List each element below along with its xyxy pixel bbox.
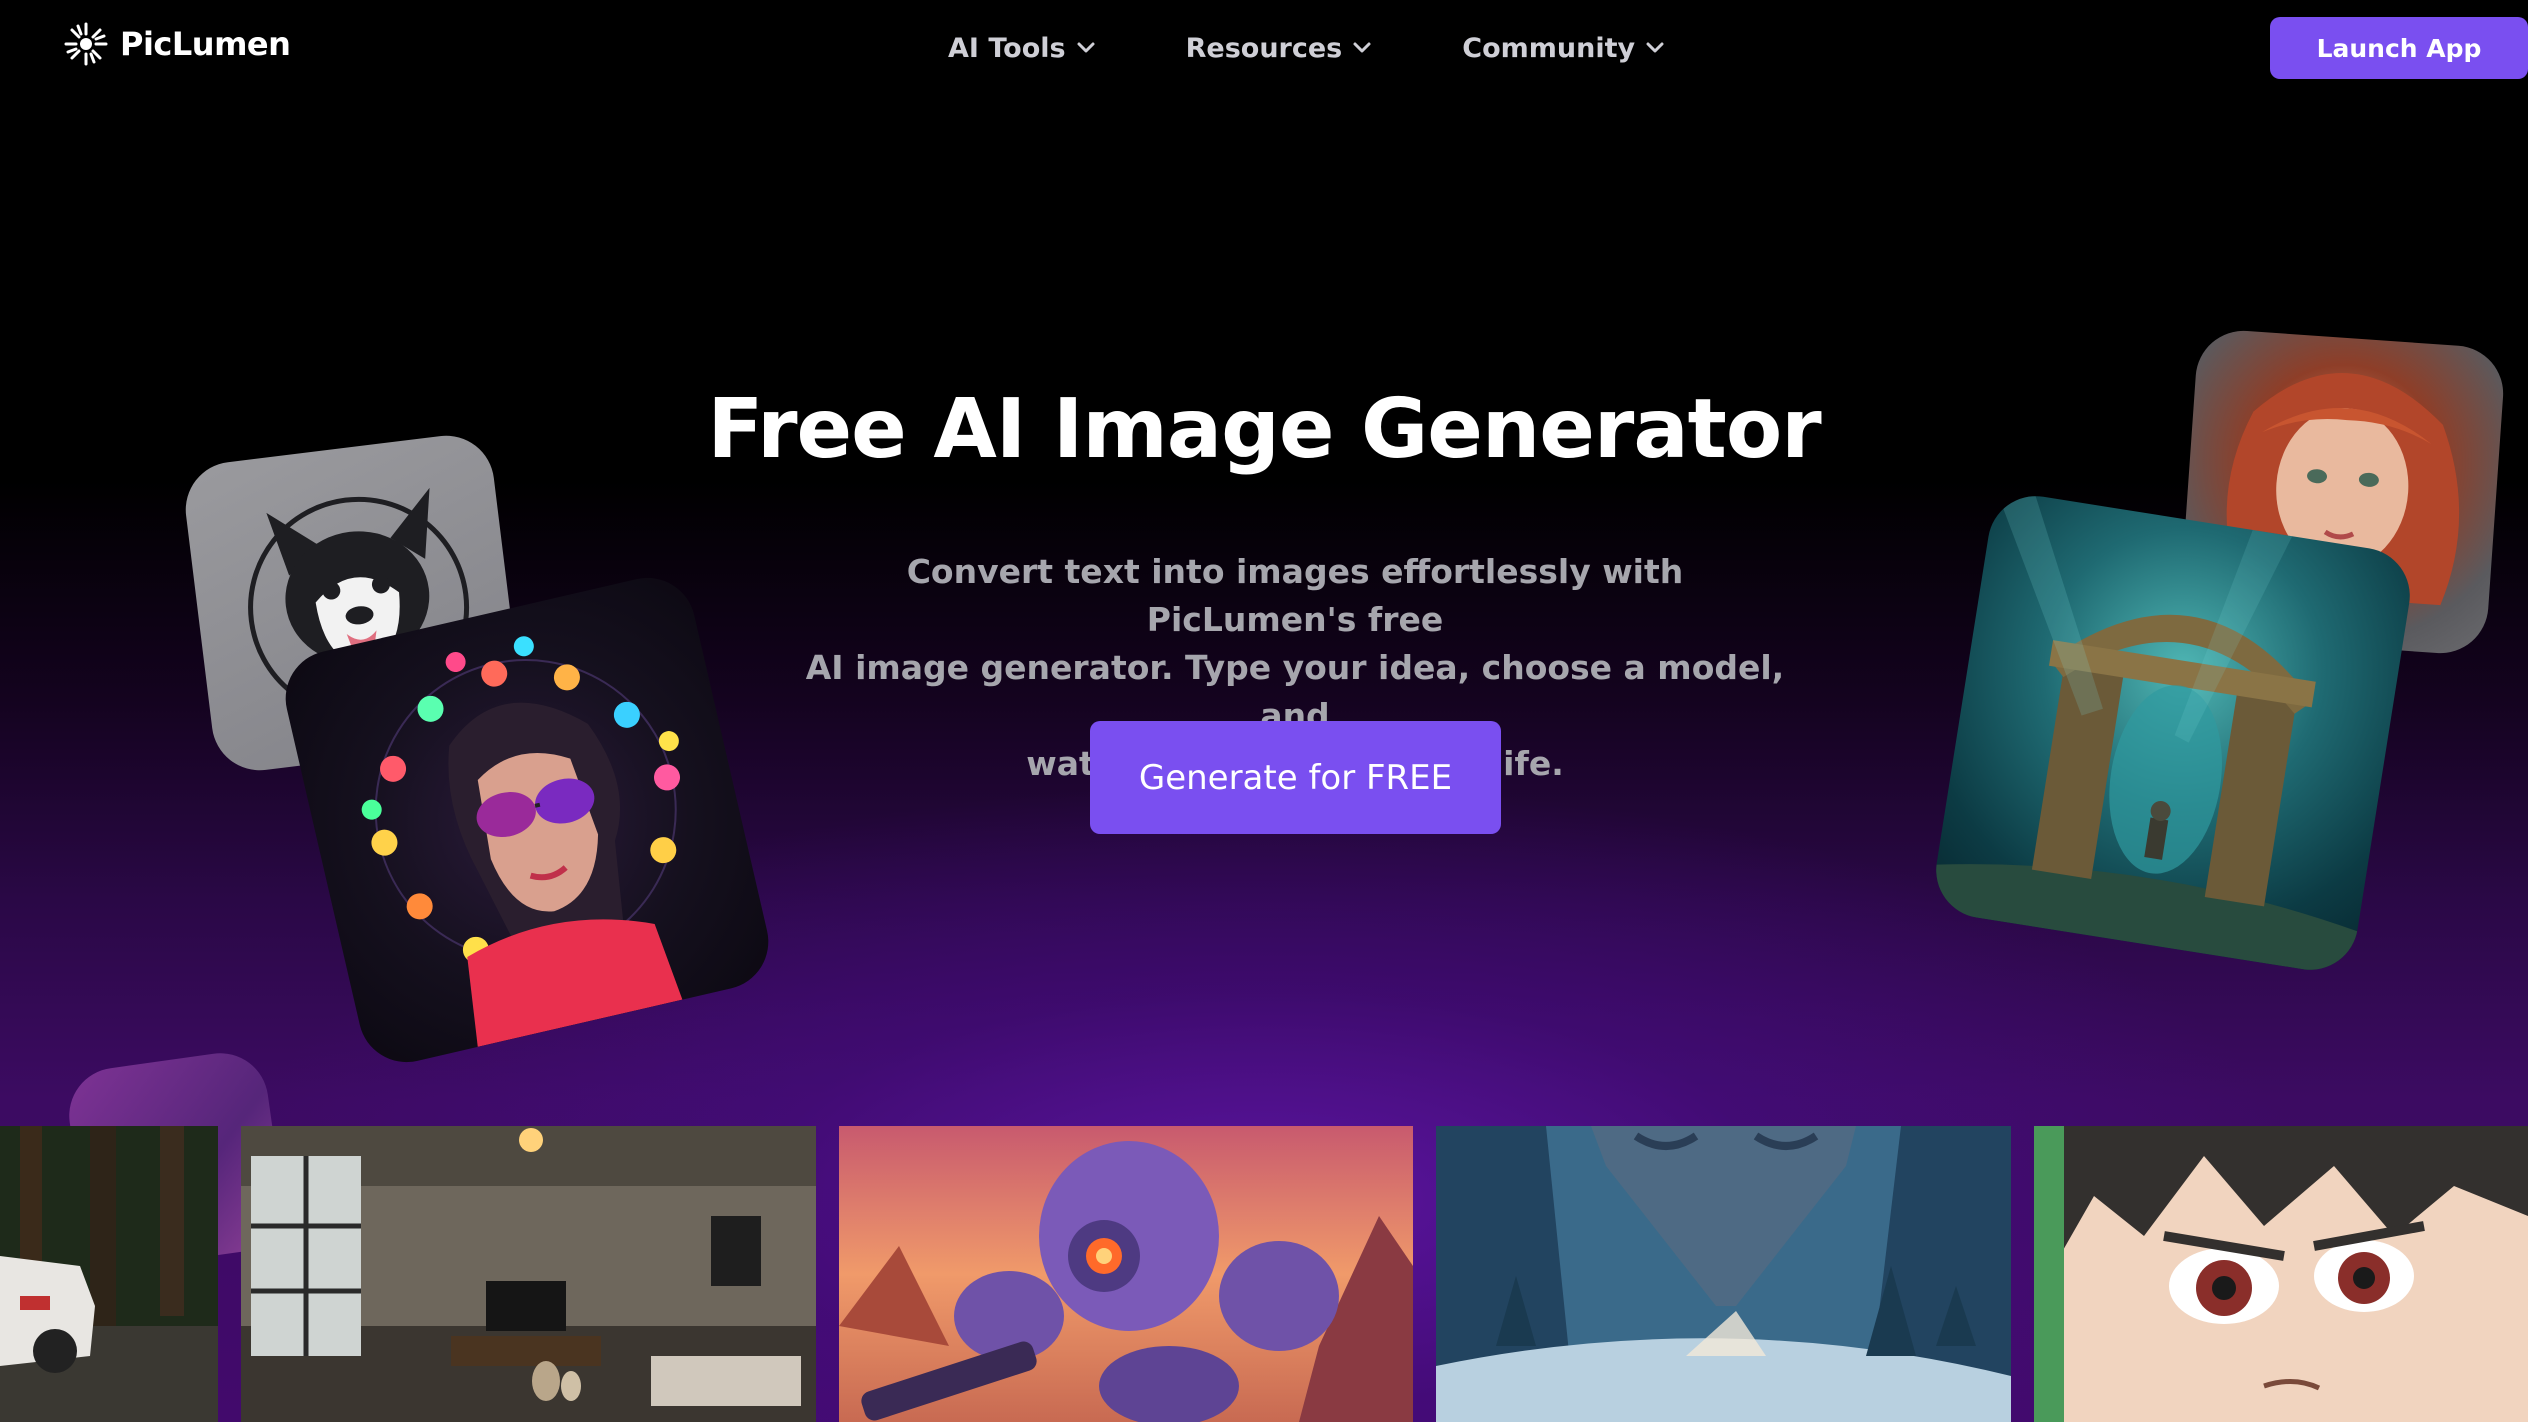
hero-subtitle-line: Convert text into images effortlessly wi… bbox=[906, 552, 1684, 639]
rally-car-forest-image[interactable] bbox=[0, 1126, 218, 1422]
landing-page: PicLumen AI Tools Resources Community La… bbox=[0, 0, 2528, 1422]
nav-ai-tools-label: AI Tools bbox=[948, 32, 1066, 64]
anime-boy-image[interactable] bbox=[2034, 1126, 2528, 1422]
nav-ai-tools[interactable]: AI Tools bbox=[948, 24, 1096, 72]
generate-free-button[interactable]: Generate for FREE bbox=[1090, 721, 1501, 834]
neon-girl-sunglasses-image bbox=[276, 568, 778, 1072]
loft-living-room-image[interactable] bbox=[241, 1126, 816, 1422]
site-header: PicLumen AI Tools Resources Community La… bbox=[0, 0, 2528, 96]
main-nav: AI Tools Resources Community bbox=[948, 24, 1665, 72]
nav-community-label: Community bbox=[1462, 32, 1636, 64]
underwater-arch-image bbox=[1929, 489, 2417, 977]
launch-app-button[interactable]: Launch App bbox=[2270, 17, 2528, 79]
nav-community[interactable]: Community bbox=[1462, 24, 1665, 72]
image-gallery bbox=[0, 1126, 2528, 1422]
sunburst-logo-icon bbox=[64, 22, 108, 66]
snowy-forest-monolith-image[interactable] bbox=[1436, 1126, 2011, 1422]
brand-name: PicLumen bbox=[120, 25, 291, 63]
hero-title: Free AI Image Generator bbox=[707, 382, 1821, 477]
chevron-down-icon bbox=[1077, 42, 1095, 53]
nav-resources-label: Resources bbox=[1185, 32, 1343, 64]
nav-resources[interactable]: Resources bbox=[1186, 24, 1373, 72]
purple-robot-image[interactable] bbox=[839, 1126, 1413, 1422]
brand-logo[interactable]: PicLumen bbox=[62, 20, 291, 68]
chevron-down-icon bbox=[1353, 42, 1371, 53]
chevron-down-icon bbox=[1646, 42, 1664, 53]
